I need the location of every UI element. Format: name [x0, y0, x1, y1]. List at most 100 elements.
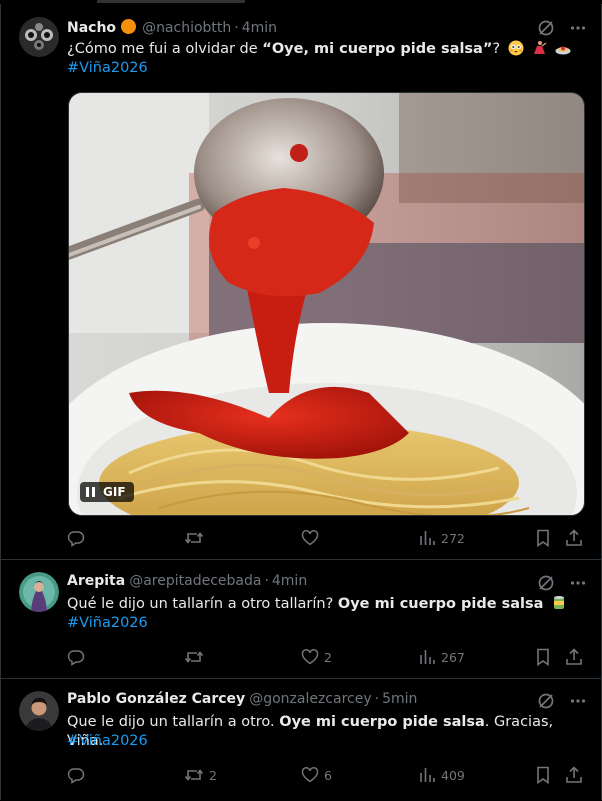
tweet-text-bold: Oye mi cuerpo pide salsa — [279, 714, 485, 730]
reply-icon — [67, 768, 85, 784]
spaghetti-sauce-gif-image — [69, 93, 584, 515]
tweet-arepita[interactable]: Arepita @arepitadecebada · 4min Qué le d… — [1, 560, 601, 679]
spaghetti-emoji-icon — [555, 46, 571, 55]
tweet-nacho[interactable]: Nacho @nachiobtth · 4min ¿Cómo me fui a … — [1, 4, 601, 560]
hashtag-link[interactable]: #Viña2026 — [67, 615, 148, 631]
like-button[interactable]: 6 — [301, 766, 332, 784]
retweet-button[interactable] — [184, 529, 209, 547]
retweet-button[interactable] — [184, 648, 209, 666]
tweet-top-actions — [537, 574, 587, 592]
tweet-actions: 2 6 409 — [67, 766, 587, 786]
grok-icon[interactable] — [537, 19, 555, 37]
tweet-text-part: Que le dijo un tallarín a otro. — [67, 714, 280, 730]
dancer-emoji-icon — [534, 41, 547, 54]
tweet-actions: 272 — [67, 529, 587, 549]
retweet-count: 2 — [209, 767, 217, 783]
bookmark-icon — [537, 648, 549, 666]
tweet-feed: Nacho @nachiobtth · 4min ¿Cómo me fui a … — [0, 4, 602, 800]
tweet-text-bold: Oye mi cuerpo pide salsa — [337, 596, 544, 612]
flushed-face-emoji-icon — [508, 40, 524, 56]
display-name[interactable]: Arepita — [67, 573, 125, 589]
like-button[interactable] — [301, 529, 324, 547]
retweet-icon — [184, 651, 204, 663]
avatar-image — [19, 17, 59, 57]
tweet-header: Nacho @nachiobtth · 4min — [67, 17, 277, 36]
tweet-pablo[interactable]: Pablo González Carcey @gonzalezcarcey · … — [1, 679, 601, 800]
bookmark-button[interactable] — [535, 648, 551, 666]
avatar[interactable] — [19, 17, 59, 57]
analytics-icon — [420, 531, 435, 545]
reply-button[interactable] — [67, 648, 90, 666]
pause-icon[interactable] — [86, 487, 95, 497]
timestamp[interactable]: 4min — [272, 573, 307, 589]
display-name[interactable]: Pablo González Carcey — [67, 691, 245, 707]
display-name[interactable]: Nacho — [67, 20, 116, 36]
tweet-text-bold: “Oye, mi cuerpo pide salsa” — [262, 41, 493, 57]
heart-icon — [301, 530, 319, 546]
separator: · — [374, 691, 380, 707]
gif-media[interactable]: GIF — [68, 92, 585, 516]
tweet-top-actions — [537, 692, 587, 710]
view-count: 409 — [441, 767, 465, 783]
tweet-text-part: Qué le dijo un tallarín a otro tallarín? — [67, 596, 338, 612]
share-icon — [566, 529, 582, 546]
tweet-text-part: ¿Cómo me fui a olvidar de — [67, 41, 263, 57]
avatar[interactable] — [19, 572, 59, 612]
avatar[interactable] — [19, 691, 59, 731]
analytics-icon — [420, 768, 435, 782]
user-handle[interactable]: @gonzalezcarcey — [249, 691, 371, 707]
hashtag-link[interactable]: #Viña2026 — [67, 733, 148, 749]
tweet-text-part: ? — [492, 41, 501, 57]
tweet-actions: 2 267 — [67, 648, 587, 668]
reply-button[interactable] — [67, 529, 90, 547]
tweet-text: Qué le dijo un tallarín a otro tallarín?… — [67, 595, 581, 614]
share-button[interactable] — [565, 766, 583, 784]
hashtag-link[interactable]: #Viña2026 — [67, 60, 148, 76]
views-button[interactable]: 409 — [418, 766, 465, 784]
bookmark-icon — [537, 529, 549, 547]
like-button[interactable]: 2 — [301, 648, 332, 666]
view-count: 272 — [441, 530, 465, 546]
timestamp[interactable]: 4min — [242, 20, 277, 36]
more-options-icon[interactable] — [569, 692, 587, 710]
grok-icon[interactable] — [537, 574, 555, 592]
share-icon — [566, 648, 582, 665]
bookmark-button[interactable] — [535, 766, 551, 784]
user-handle[interactable]: @nachiobtth — [142, 20, 231, 36]
timestamp[interactable]: 5min — [382, 691, 417, 707]
like-count: 6 — [324, 767, 332, 783]
gif-badge[interactable]: GIF — [80, 482, 134, 502]
grok-icon[interactable] — [537, 692, 555, 710]
tweet-top-actions — [537, 19, 587, 37]
share-button[interactable] — [565, 529, 583, 547]
analytics-icon — [420, 650, 435, 664]
tweet-header: Pablo González Carcey @gonzalezcarcey · … — [67, 691, 417, 707]
gif-label: GIF — [103, 485, 126, 499]
retweet-button[interactable]: 2 — [184, 766, 217, 784]
views-button[interactable]: 267 — [418, 648, 465, 666]
heart-icon — [301, 767, 319, 783]
more-options-icon[interactable] — [569, 19, 587, 37]
bookmark-icon — [537, 766, 549, 784]
orange-emoji-icon — [121, 19, 137, 34]
separator: · — [234, 20, 239, 36]
retweet-icon — [184, 769, 204, 781]
tweet-header: Arepita @arepitadecebada · 4min — [67, 573, 307, 589]
canned-food-emoji-icon — [554, 596, 565, 609]
views-button[interactable]: 272 — [418, 529, 465, 547]
share-icon — [566, 766, 582, 783]
avatar-image — [19, 691, 59, 731]
tweet-text: ¿Cómo me fui a olvidar de “Oye, mi cuerp… — [67, 40, 581, 59]
like-count: 2 — [324, 649, 332, 665]
retweet-icon — [184, 532, 204, 544]
heart-icon — [301, 649, 319, 665]
more-options-icon[interactable] — [569, 574, 587, 592]
share-button[interactable] — [565, 648, 583, 666]
user-handle[interactable]: @arepitadecebada — [129, 573, 261, 589]
avatar-image — [19, 572, 59, 612]
reply-icon — [67, 531, 85, 547]
reply-icon — [67, 650, 85, 666]
separator: · — [264, 573, 269, 589]
reply-button[interactable] — [67, 766, 90, 784]
bookmark-button[interactable] — [535, 529, 551, 547]
